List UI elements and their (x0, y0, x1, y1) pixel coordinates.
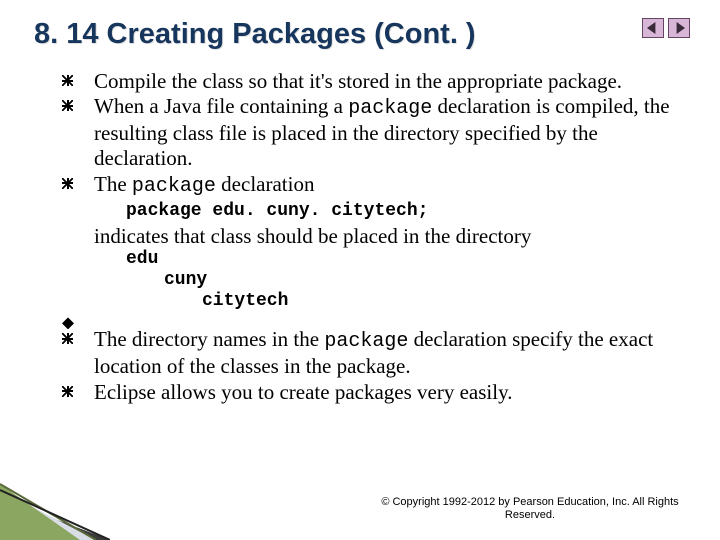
bullet-item: When a Java file containing a package de… (62, 94, 678, 171)
code-line: package edu. cuny. citytech; (94, 201, 678, 223)
bullet-list: Compile the class so that it's stored in… (62, 69, 678, 405)
nav-controls (642, 18, 690, 38)
arrow-left-icon (647, 22, 659, 34)
page-title: 8. 14 Creating Packages (Cont. ) (34, 18, 686, 51)
bullet-text: declaration (216, 172, 315, 196)
prev-button[interactable] (642, 18, 664, 38)
directory-tree: edu cuny citytech (94, 249, 678, 311)
slide: 8. 14 Creating Packages (Cont. ) Compile… (0, 0, 720, 540)
spacer (62, 311, 678, 327)
next-button[interactable] (668, 18, 690, 38)
arrow-right-icon (673, 22, 685, 34)
copyright-text: © Copyright 1992-2012 by Pearson Educati… (380, 496, 680, 522)
bullet-item: Eclipse allows you to create packages ve… (62, 380, 678, 405)
bullet-text: When a Java file containing a (94, 94, 348, 118)
content-area: Compile the class so that it's stored in… (34, 69, 686, 405)
bullet-text: Eclipse allows you to create packages ve… (94, 380, 512, 404)
dir-level-1: edu (126, 249, 158, 269)
bullet-text: The (94, 172, 132, 196)
dir-level-2: cuny (126, 270, 678, 291)
bullet-item: The package declaration package edu. cun… (62, 172, 678, 312)
dir-level-3: citytech (126, 291, 678, 312)
bullet-item: The directory names in the package decla… (62, 327, 678, 379)
code-inline: package (324, 330, 408, 353)
bullet-text: indicates that class should be placed in… (94, 224, 531, 248)
code-inline: package (348, 97, 432, 120)
bullet-text: The directory names in the (94, 327, 324, 351)
code-inline: package (132, 175, 216, 198)
corner-decoration-icon (0, 470, 110, 540)
bullet-text: Compile the class so that it's stored in… (94, 69, 622, 93)
bullet-item: Compile the class so that it's stored in… (62, 69, 678, 94)
